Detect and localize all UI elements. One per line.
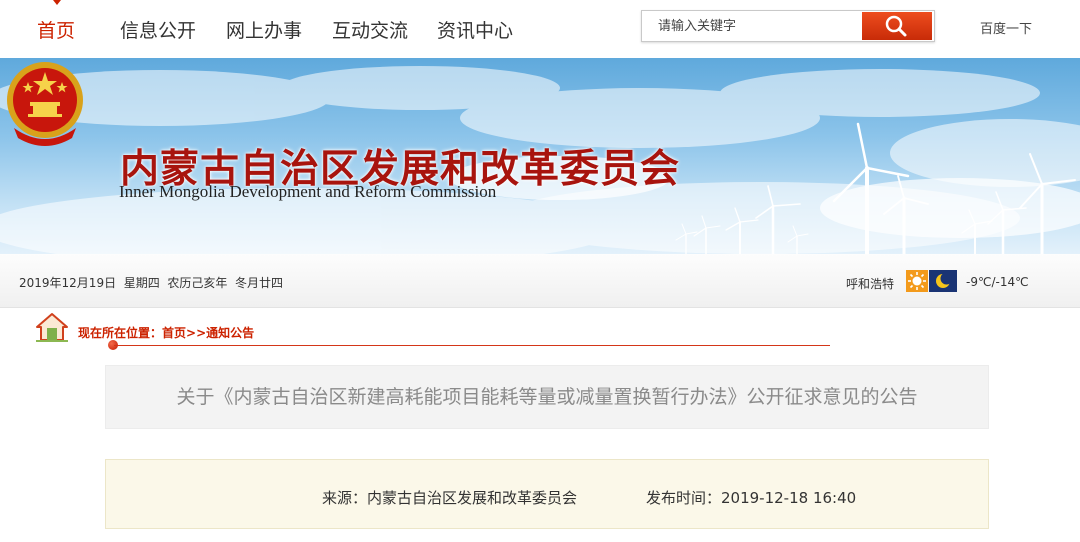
article-meta-box: 来源：内蒙古自治区发展和改革委员会 发布时间：2019-12-18 16:40 [105,459,989,529]
header-banner: 内蒙古自治区发展和改革委员会 Inner Mongolia Developmen… [0,58,1080,254]
baidu-search-link[interactable]: 百度一下 [980,18,1032,37]
sun-icon [906,270,928,292]
breadcrumb-prefix: 现在所在位置： [78,326,163,340]
nav-home[interactable]: 首页 [37,16,75,43]
current-date: 2019年12月19日 [19,276,117,290]
weather-city: 呼和浩特 [846,277,895,291]
temperature: -9℃/-14℃ [966,275,1029,289]
nav-news-center[interactable]: 资讯中心 [437,16,513,43]
article-title: 关于《内蒙古自治区新建高耗能项目能耗等量或减量置换暂行办法》公开征求意见的公告 [176,386,918,408]
active-nav-marker [53,0,61,5]
lunar-day: 冬月廿四 [235,276,284,290]
article-title-box: 关于《内蒙古自治区新建高耗能项目能耗等量或减量置换暂行办法》公开征求意见的公告 [105,365,989,429]
breadcrumb-home-link[interactable]: 首页 [162,326,186,340]
article-source: 来源：内蒙古自治区发展和改革委员会 [322,489,578,507]
breadcrumb-divider [114,345,830,346]
nav-info-disclosure[interactable]: 信息公开 [120,16,196,43]
nav-interaction[interactable]: 互动交流 [332,16,408,43]
moon-icon [929,270,957,292]
site-subtitle: Inner Mongolia Development and Reform Co… [119,182,497,201]
weekday: 星期四 [123,276,160,290]
magnifier-icon [885,15,907,37]
nav-online-services[interactable]: 网上办事 [226,16,302,43]
breadcrumb-current[interactable]: 通知公告 [206,326,254,340]
breadcrumb-separator: >> [186,326,207,340]
lunar-year: 农历己亥年 [167,276,228,290]
search-input[interactable] [642,11,868,41]
article-publish-time: 发布时间：2019-12-18 16:40 [646,489,857,507]
info-bar: 2019年12月19日 星期四 农历己亥年 冬月廿四 呼和浩特 -9℃/-14℃ [0,254,1080,308]
search-button[interactable] [862,12,932,40]
top-navigation: 首页 信息公开 网上办事 互动交流 资讯中心 百度一下 [0,0,1080,58]
search-box [641,10,935,42]
breadcrumb: 现在所在位置：首页>>通知公告 [78,324,254,341]
national-emblem-icon [7,62,83,146]
date-line: 2019年12月19日 星期四 农历己亥年 冬月廿四 [19,274,283,291]
content-area: 现在所在位置：首页>>通知公告 关于《内蒙古自治区新建高耗能项目能耗等量或减量置… [0,308,1080,542]
home-icon [36,313,68,342]
